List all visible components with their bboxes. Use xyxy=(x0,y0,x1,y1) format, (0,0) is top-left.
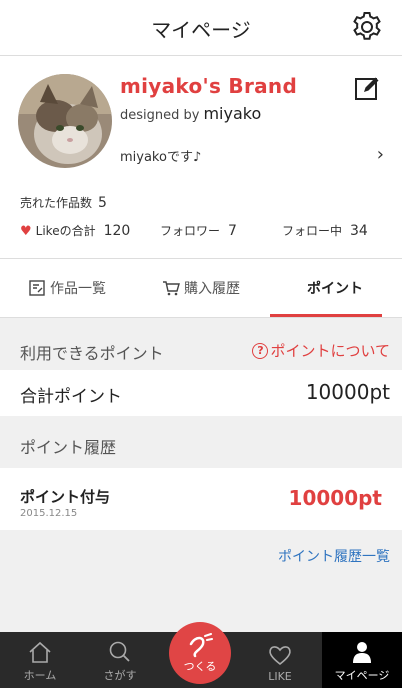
follower-label: フォロワー xyxy=(160,224,221,238)
profile-tabs: 作品一覧 購入履歴 ポイント xyxy=(0,258,402,318)
tab-points-label: ポイント xyxy=(307,281,363,297)
tab-works[interactable]: 作品一覧 xyxy=(0,259,134,317)
brand-name: miyako's Brand xyxy=(120,74,298,98)
tab-purchases[interactable]: 購入履歴 xyxy=(134,259,268,317)
total-points-row: 合計ポイント 10000pt xyxy=(0,370,402,416)
heart-icon: ♥ xyxy=(20,224,32,239)
nav-mypage[interactable]: マイページ xyxy=(322,632,402,688)
chevron-right-icon[interactable]: › xyxy=(377,144,384,165)
history-item-value: 10000pt xyxy=(288,486,382,510)
nav-search[interactable]: さがす xyxy=(80,632,160,688)
history-item-date: 2015.12.15 xyxy=(20,508,78,519)
make-button-label: つくる xyxy=(183,660,217,673)
stats-row: ♥ Likeの合計 120 フォロワー 7 フォロー中 34 xyxy=(20,222,382,242)
nav-search-label: さがす xyxy=(103,669,137,682)
sold-value: 5 xyxy=(98,195,107,211)
nav-home[interactable]: ホーム xyxy=(0,632,80,688)
home-icon xyxy=(29,641,51,663)
app-header: マイページ xyxy=(0,0,402,56)
designer-name: miyako xyxy=(203,104,262,123)
following-label: フォロー中 xyxy=(282,224,343,238)
works-icon xyxy=(29,280,45,296)
follower-value: 7 xyxy=(228,223,237,239)
avatar[interactable] xyxy=(18,74,112,168)
follower-stat[interactable]: フォロワー 7 xyxy=(160,222,237,239)
tab-purchases-label: 購入履歴 xyxy=(184,281,240,297)
person-icon xyxy=(353,642,371,663)
points-history-header: ポイント履歴 xyxy=(0,420,402,468)
sold-count: 売れた作品数 5 xyxy=(20,194,107,211)
like-total[interactable]: ♥ Likeの合計 120 xyxy=(20,222,130,239)
history-item-title: ポイント付与 xyxy=(20,488,111,506)
about-points-link[interactable]: ? ポイントについて xyxy=(252,340,390,361)
available-points-label: 利用できるポイント xyxy=(20,344,164,363)
gear-icon[interactable] xyxy=(350,10,384,44)
about-points-label: ポイントについて xyxy=(270,342,390,360)
following-stat[interactable]: フォロー中 34 xyxy=(282,222,368,239)
nav-home-label: ホーム xyxy=(23,669,57,682)
tab-points[interactable]: ポイント xyxy=(268,259,402,317)
designed-by-label: designed by xyxy=(120,108,200,123)
total-points-value: 10000pt xyxy=(305,380,390,404)
cart-icon xyxy=(163,281,180,296)
designer-line: designed by miyako xyxy=(120,104,261,123)
needle-icon xyxy=(189,633,213,658)
search-icon xyxy=(109,641,130,662)
like-label: Likeの合計 xyxy=(35,224,96,238)
list-item: ポイント付与 2015.12.15 10000pt xyxy=(0,468,402,530)
available-points-header: 利用できるポイント ? ポイントについて xyxy=(0,326,402,374)
points-history-label: ポイント履歴 xyxy=(20,438,117,457)
points-history-link[interactable]: ポイント履歴一覧 xyxy=(278,546,390,566)
profile-intro: miyakoです♪ xyxy=(120,150,202,165)
question-icon: ? xyxy=(252,342,269,359)
like-value: 120 xyxy=(103,223,131,239)
page-title: マイページ xyxy=(151,18,251,42)
nav-like-label: LIKE xyxy=(268,670,292,683)
tab-works-label: 作品一覧 xyxy=(50,281,106,297)
heart-outline-icon xyxy=(269,646,291,666)
total-points-label: 合計ポイント xyxy=(20,387,122,407)
profile-section: miyako's Brand designed by miyako miyakoで… xyxy=(0,56,402,254)
following-value: 34 xyxy=(350,223,368,239)
make-button[interactable]: つくる xyxy=(169,622,231,684)
active-tab-indicator xyxy=(270,314,382,317)
nav-like[interactable]: LIKE xyxy=(240,632,320,688)
nav-mypage-label: マイページ xyxy=(334,669,390,682)
sold-label: 売れた作品数 xyxy=(20,196,93,210)
points-content: 利用できるポイント ? ポイントについて 合計ポイント 10000pt ポイント履… xyxy=(0,318,402,632)
edit-icon[interactable] xyxy=(354,74,382,102)
